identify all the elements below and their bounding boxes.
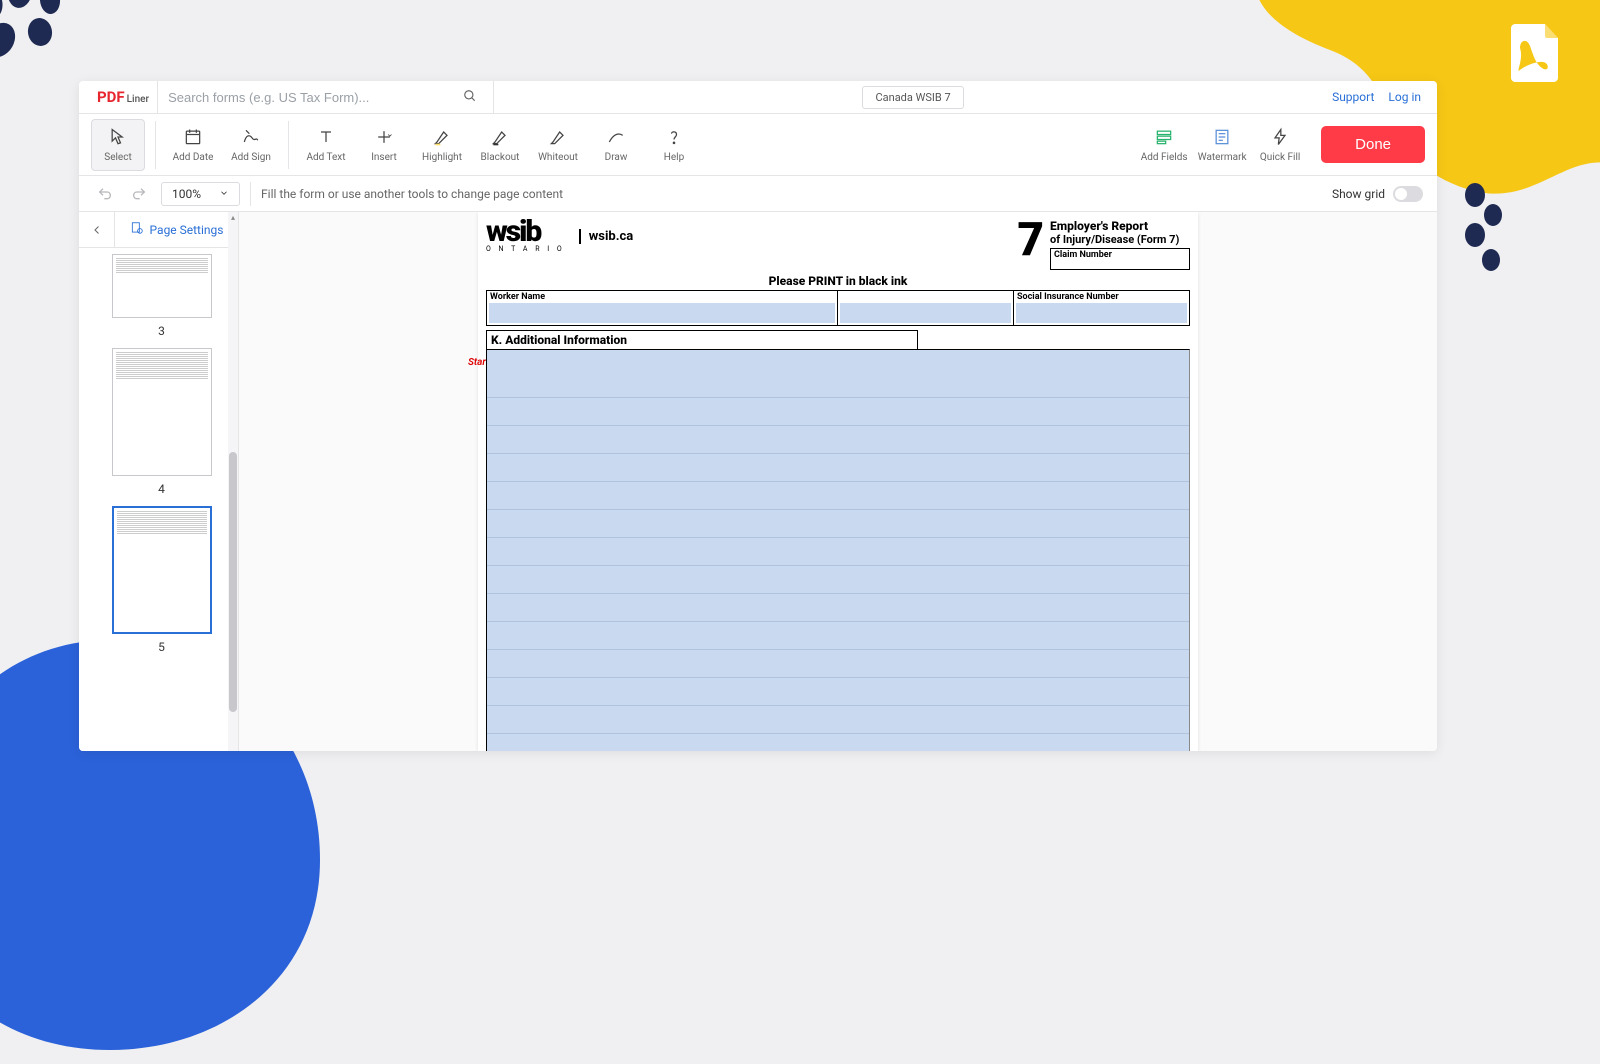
body-container: Page Settings 3 4 5 ▴	[79, 212, 1437, 751]
sin-field[interactable]: Social Insurance Number	[1014, 291, 1189, 325]
add-fields-tool[interactable]: Add Fields	[1137, 119, 1191, 171]
plus-icon	[373, 126, 395, 148]
main-toolbar: Select Add Date Add Sign Add Text Insert	[79, 114, 1437, 176]
thumbnail-sidebar: Page Settings 3 4 5 ▴	[79, 212, 239, 751]
sidebar-scrollbar[interactable]: ▴	[228, 212, 238, 751]
page-settings-icon	[130, 221, 144, 238]
select-tool[interactable]: Select	[91, 119, 145, 171]
decorative-navy-blob-top	[0, 0, 110, 90]
hint-text: Fill the form or use another tools to ch…	[261, 187, 563, 201]
toolbar-separator	[155, 121, 156, 169]
search-icon[interactable]	[457, 84, 483, 111]
app-window: PDFLiner Canada WSIB 7 Support Log in Se…	[79, 81, 1437, 751]
fields-icon	[1153, 126, 1175, 148]
app-logo[interactable]: PDFLiner	[89, 88, 157, 106]
whiteout-tool[interactable]: Whiteout	[531, 119, 585, 171]
form-title: Employer's Report	[1050, 220, 1190, 233]
page-settings-button[interactable]: Page Settings	[115, 221, 238, 238]
zoom-value: 100%	[172, 187, 201, 201]
insert-tool[interactable]: Insert	[357, 119, 411, 171]
blackout-tool[interactable]: Blackout	[473, 119, 527, 171]
claim-number-field[interactable]: Claim Number	[1050, 248, 1190, 270]
toolbar-separator	[288, 121, 289, 169]
draw-tool[interactable]: Draw	[589, 119, 643, 171]
show-grid-toggle[interactable]	[1393, 186, 1423, 202]
search-input[interactable]	[168, 90, 457, 105]
redo-button[interactable]	[127, 182, 151, 206]
page-thumbnail[interactable]: 5	[97, 506, 226, 654]
header-bar: PDFLiner Canada WSIB 7 Support Log in	[79, 81, 1437, 114]
pdf-badge-icon	[1500, 18, 1570, 88]
section-k-header: K. Additional Information	[486, 330, 918, 349]
login-link[interactable]: Log in	[1388, 90, 1421, 104]
search-container	[157, 81, 494, 113]
question-icon	[663, 126, 685, 148]
done-button[interactable]: Done	[1321, 126, 1425, 163]
scroll-up-arrow[interactable]: ▴	[228, 212, 238, 222]
text-icon	[315, 126, 337, 148]
subbar-separator	[250, 182, 251, 206]
calendar-icon	[182, 126, 204, 148]
zoom-select[interactable]: 100%	[161, 182, 240, 206]
add-sign-tool[interactable]: Add Sign	[224, 119, 278, 171]
document-title: Canada WSIB 7	[862, 86, 963, 109]
show-grid-label: Show grid	[1332, 187, 1385, 201]
add-date-tool[interactable]: Add Date	[166, 119, 220, 171]
worker-name-field[interactable]: Worker Name	[487, 291, 838, 325]
support-link[interactable]: Support	[1332, 90, 1374, 104]
signature-icon	[240, 126, 262, 148]
undo-button[interactable]	[93, 182, 117, 206]
watermark-icon	[1211, 126, 1233, 148]
form-number-7: 7	[1017, 220, 1044, 261]
decorative-navy-blob-right	[1455, 180, 1505, 280]
pdf-page: wsib O N T A R I O wsib.ca 7 Employer's …	[478, 212, 1198, 751]
add-text-tool[interactable]: Add Text	[299, 119, 353, 171]
cursor-icon	[107, 126, 129, 148]
print-instruction: Please PRINT in black ink	[486, 274, 1190, 288]
whiteout-icon	[547, 126, 569, 148]
additional-info-field[interactable]	[486, 349, 1190, 751]
thumbnail-list: 3 4 5	[79, 248, 238, 751]
form-subtitle: of Injury/Disease (Form 7)	[1050, 233, 1190, 246]
worker-name-field-2[interactable]	[838, 291, 1014, 325]
lightning-icon	[1269, 126, 1291, 148]
pencil-icon	[605, 126, 627, 148]
blackout-icon	[489, 126, 511, 148]
watermark-tool[interactable]: Watermark	[1195, 119, 1249, 171]
chevron-down-icon	[219, 187, 229, 201]
scrollbar-thumb[interactable]	[229, 452, 237, 712]
quick-fill-tool[interactable]: Quick Fill	[1253, 119, 1307, 171]
page-thumbnail[interactable]: 3	[97, 254, 226, 338]
highlighter-icon	[431, 126, 453, 148]
document-viewport[interactable]: wsib O N T A R I O wsib.ca 7 Employer's …	[239, 212, 1437, 751]
page-thumbnail[interactable]: 4	[97, 348, 226, 496]
sub-toolbar: 100% Fill the form or use another tools …	[79, 176, 1437, 212]
name-sin-row: Worker Name Social Insurance Number	[486, 290, 1190, 326]
highlight-tool[interactable]: Highlight	[415, 119, 469, 171]
sidebar-back-button[interactable]	[79, 212, 115, 247]
help-tool[interactable]: Help	[647, 119, 701, 171]
wsib-logo: wsib O N T A R I O wsib.ca	[486, 220, 633, 253]
